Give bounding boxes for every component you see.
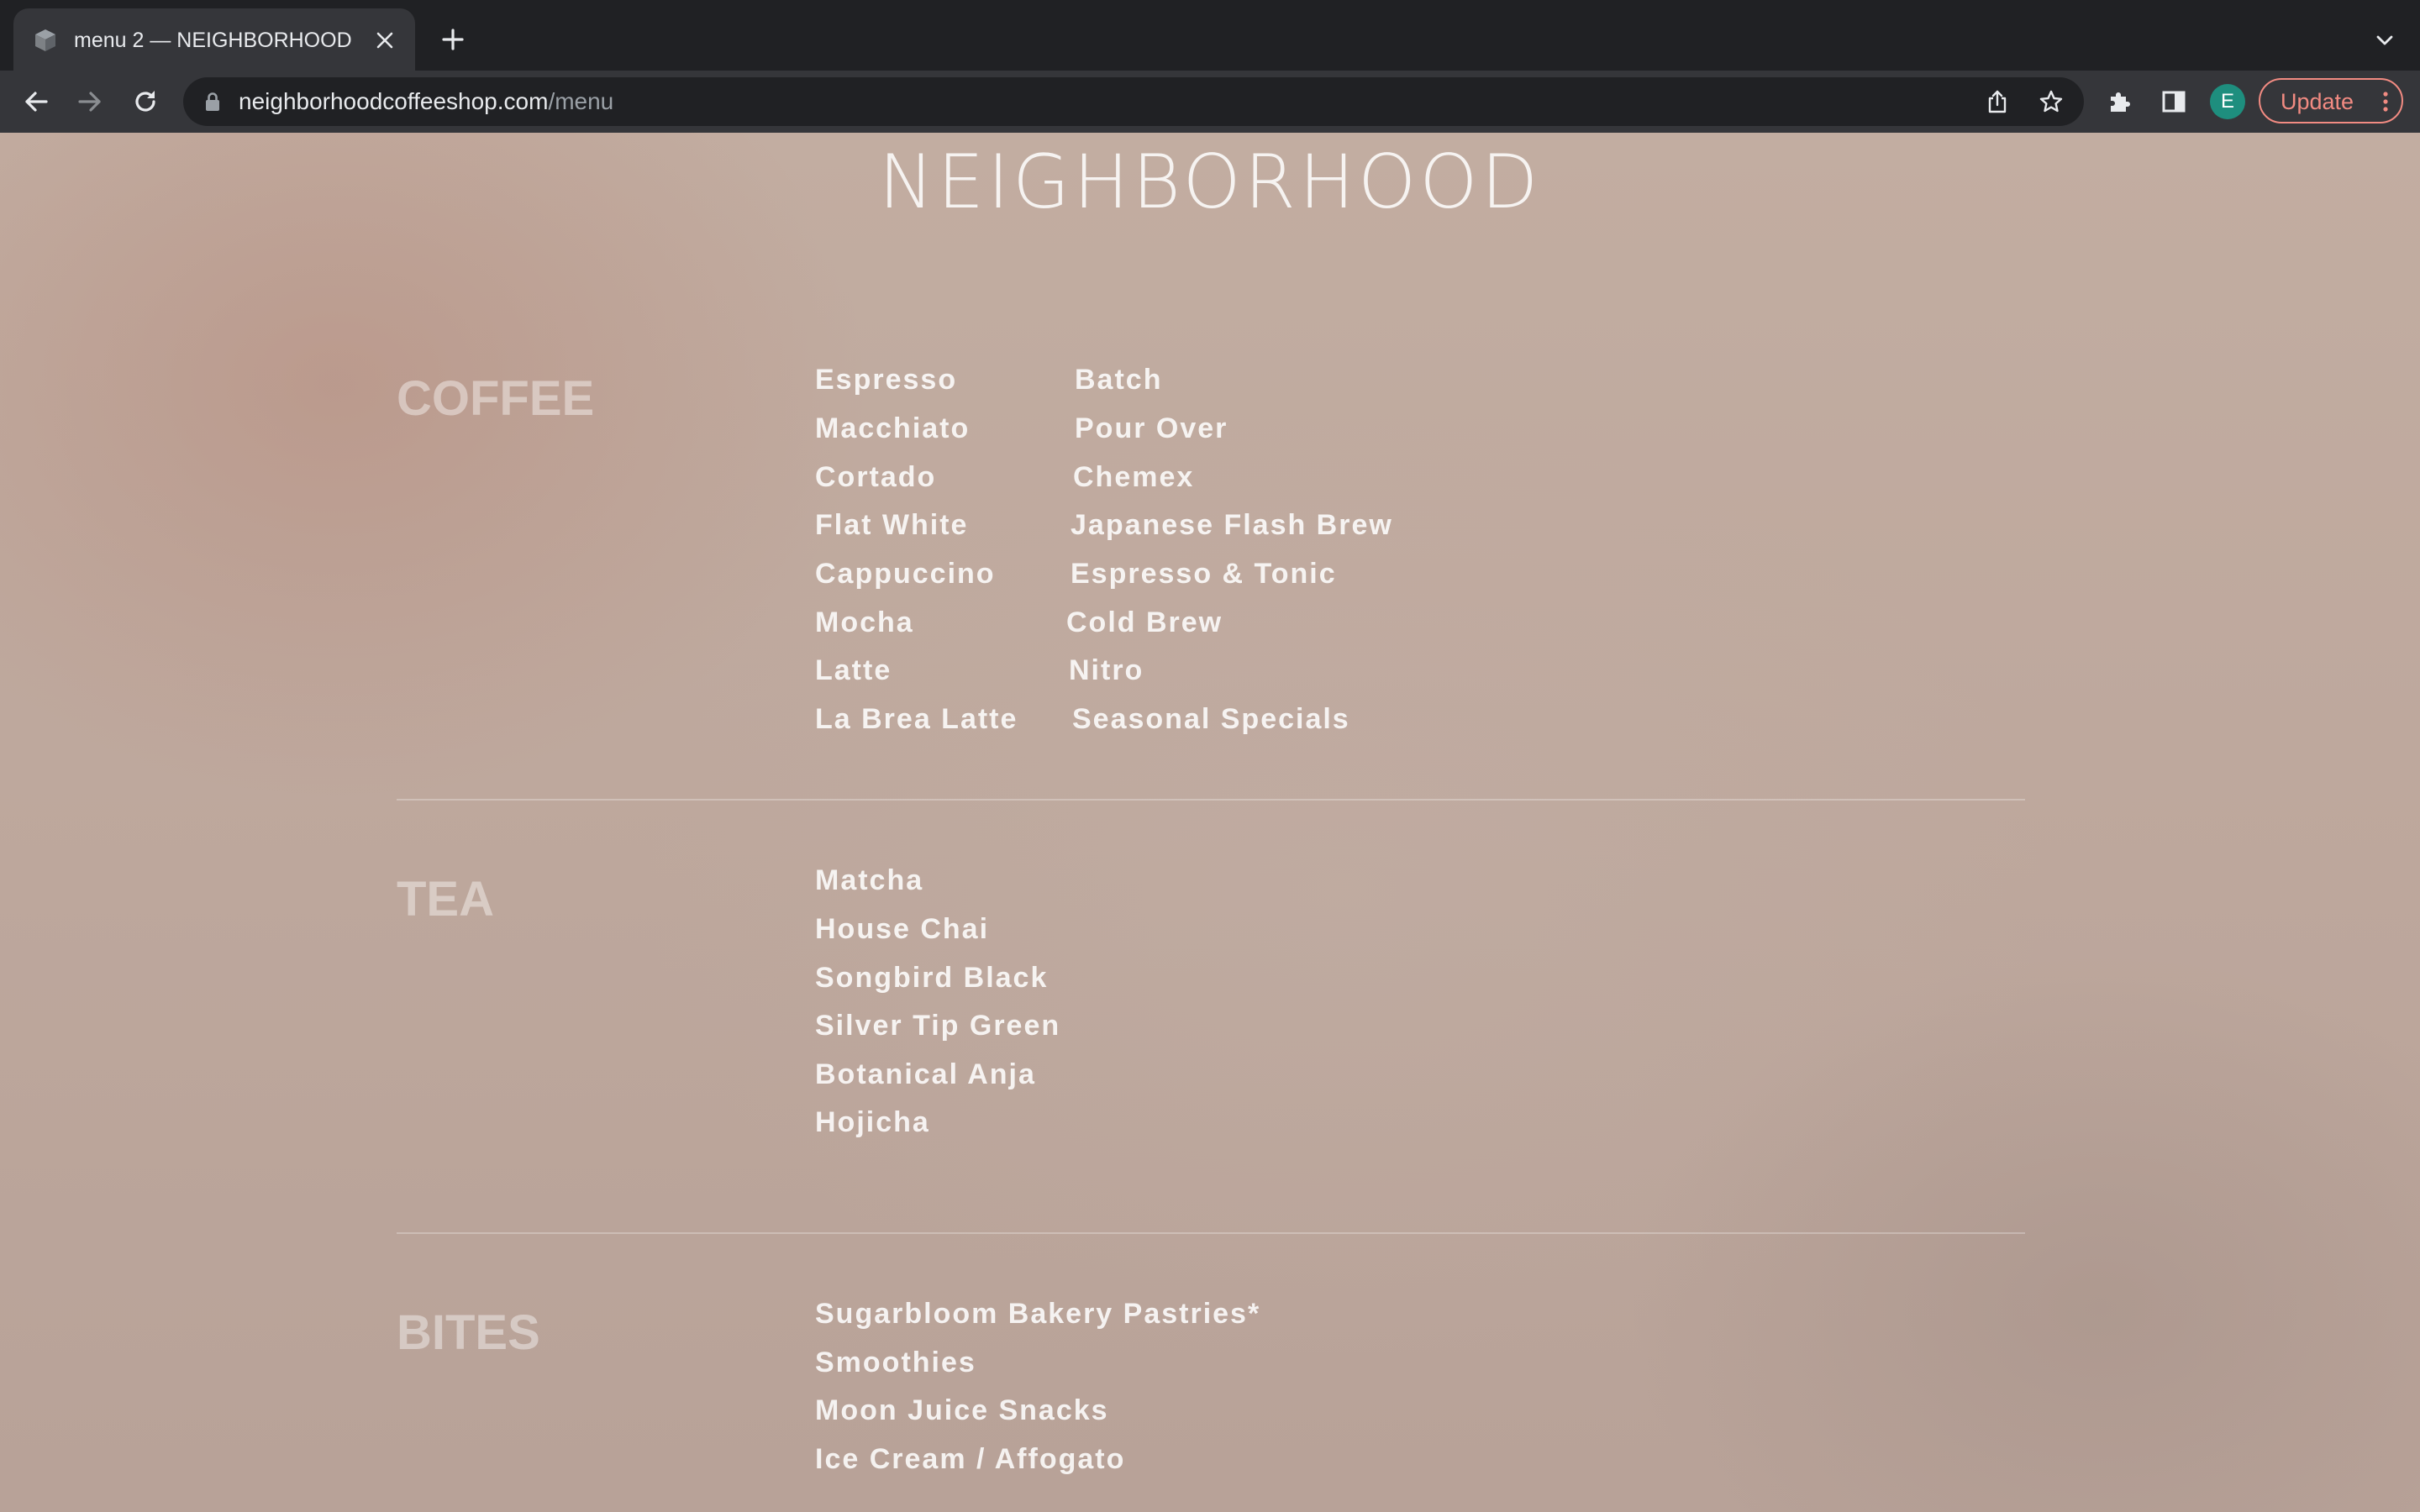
kebab-menu-icon [2383, 92, 2388, 112]
menu-item: Latte [815, 654, 892, 686]
menu-item: Cold Brew [1066, 606, 1223, 638]
url-path: /menu [548, 88, 614, 114]
side-panel-icon [2162, 91, 2186, 113]
page-viewport: NEIGHBORHOOD COFFEE Espresso Macchiato C… [0, 133, 2420, 1512]
menu-item: Silver Tip Green [815, 1010, 1061, 1042]
menu-item: Espresso & Tonic [1071, 558, 1337, 590]
section-heading-coffee: COFFEE [397, 371, 595, 426]
browser-window: menu 2 — NEIGHBORHOOD neighborhoodcoffee… [0, 0, 2420, 1512]
menu-item: Songbird Black [815, 962, 1049, 994]
plus-icon [442, 29, 464, 50]
menu-item: Seasonal Specials [1072, 703, 1350, 735]
section-divider [397, 799, 2025, 801]
section-divider [397, 1232, 2025, 1234]
menu-item: Nitro [1069, 654, 1144, 686]
back-button[interactable] [15, 81, 57, 123]
forward-button[interactable] [69, 81, 111, 123]
menu-item: Chemex [1073, 461, 1195, 493]
menu-item: Hojicha [815, 1106, 930, 1138]
menu-item: Ice Cream / Affogato [815, 1443, 1126, 1475]
menu-item: House Chai [815, 913, 990, 945]
menu-item: Batch [1075, 364, 1163, 396]
reload-button[interactable] [124, 81, 166, 123]
close-icon [376, 32, 393, 49]
update-button[interactable]: Update [2259, 78, 2403, 123]
menu-item: La Brea Latte [815, 703, 1018, 735]
menu-item: Botanical Anja [815, 1058, 1036, 1090]
forward-arrow-icon [78, 92, 101, 112]
share-icon [1988, 90, 2007, 113]
reload-icon [135, 91, 155, 112]
url-text[interactable]: neighborhoodcoffeeshop.com/menu [239, 88, 613, 115]
url-host: neighborhoodcoffeeshop.com [239, 88, 549, 114]
star-icon [2039, 90, 2063, 113]
menu-item: Smoothies [815, 1347, 976, 1378]
menu-item: Moon Juice Snacks [815, 1394, 1109, 1426]
menu-item: Japanese Flash Brew [1071, 509, 1393, 541]
menu-item: Pour Over [1075, 412, 1228, 444]
toolbar: neighborhoodcoffeeshop.com/menu E Update [0, 71, 2420, 133]
back-arrow-icon [25, 92, 48, 112]
section-heading-tea: TEA [397, 872, 494, 927]
tab-close-button[interactable] [366, 22, 403, 59]
menu-item: Sugarbloom Bakery Pastries* [815, 1298, 1261, 1330]
share-button[interactable] [1983, 87, 2012, 116]
tab-strip: menu 2 — NEIGHBORHOOD [0, 0, 2420, 71]
new-tab-button[interactable] [434, 20, 472, 59]
bookmark-button[interactable] [2037, 87, 2065, 116]
menu-item: Cappuccino [815, 558, 996, 590]
address-bar[interactable]: neighborhoodcoffeeshop.com/menu [183, 77, 2084, 126]
tab-search-button[interactable] [2368, 24, 2402, 57]
profile-avatar[interactable]: E [2210, 84, 2245, 119]
update-label: Update [2281, 89, 2354, 114]
menu-item: Mocha [815, 606, 914, 638]
side-panel-button[interactable] [2154, 82, 2193, 121]
menu-item: Espresso [815, 364, 958, 396]
chevron-down-icon [2376, 35, 2393, 45]
menu-item: Matcha [815, 864, 924, 896]
extensions-button[interactable] [2101, 82, 2139, 121]
menu-item: Flat White [815, 509, 969, 541]
tab-menu[interactable]: menu 2 — NEIGHBORHOOD [13, 8, 415, 71]
favicon-box-icon [35, 29, 55, 51]
tab-title: menu 2 — NEIGHBORHOOD [74, 29, 352, 52]
menu-item: Macchiato [815, 412, 971, 444]
site-logo[interactable]: NEIGHBORHOOD [0, 136, 2420, 228]
lock-icon[interactable] [202, 91, 224, 113]
section-heading-bites: BITES [397, 1305, 540, 1360]
puzzle-icon [2111, 92, 2130, 112]
menu-item: Cortado [815, 461, 937, 493]
